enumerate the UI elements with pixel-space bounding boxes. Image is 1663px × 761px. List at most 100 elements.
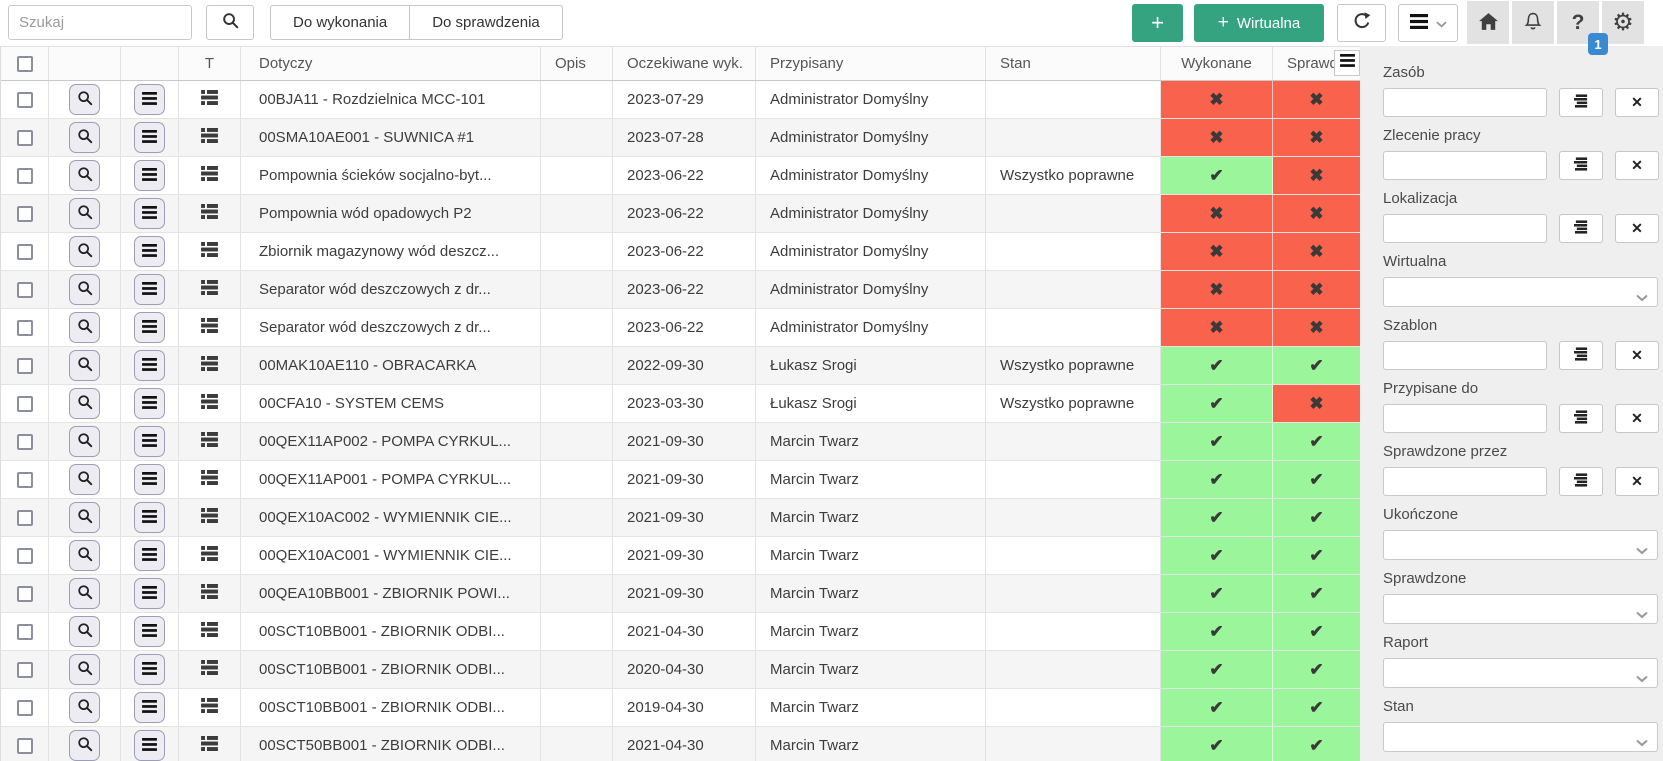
table-row[interactable]: 00BJA11 - Rozdzielnica MCC-1012023-07-29… xyxy=(1,81,1360,119)
row-preview-button[interactable] xyxy=(69,616,100,647)
table-row[interactable]: Pompownia wód opadowych P22023-06-22Admi… xyxy=(1,195,1360,233)
row-preview-button[interactable] xyxy=(69,730,100,761)
row-select-checkbox[interactable] xyxy=(17,320,33,336)
header-cell-przypisany[interactable]: Przypisany xyxy=(756,47,986,80)
refresh-button[interactable] xyxy=(1337,4,1386,42)
add-button[interactable]: + xyxy=(1132,4,1183,42)
row-menu-button[interactable] xyxy=(134,426,165,457)
row-menu-button[interactable] xyxy=(134,502,165,533)
stan-select[interactable] xyxy=(1383,722,1658,752)
row-preview-button[interactable] xyxy=(69,84,100,115)
row-menu-button[interactable] xyxy=(134,540,165,571)
row-preview-button[interactable] xyxy=(69,692,100,723)
row-preview-button[interactable] xyxy=(69,426,100,457)
row-select-checkbox[interactable] xyxy=(17,624,33,640)
row-select-checkbox[interactable] xyxy=(17,662,33,678)
szablon-clear-button[interactable]: ✕ xyxy=(1615,341,1659,370)
sprawdzone-przez-input[interactable] xyxy=(1383,467,1547,496)
sprawdzone-select[interactable] xyxy=(1383,594,1658,624)
settings-button[interactable]: ⚙ xyxy=(1602,1,1644,44)
row-preview-button[interactable] xyxy=(69,540,100,571)
row-preview-button[interactable] xyxy=(69,350,100,381)
row-menu-button[interactable] xyxy=(134,198,165,229)
row-menu-button[interactable] xyxy=(134,122,165,153)
zlecenie-pracy-input[interactable] xyxy=(1383,151,1547,180)
table-row[interactable]: 00QEX11AP001 - POMPA CYRKUL...2021-09-30… xyxy=(1,461,1360,499)
lokalizacja-clear-button[interactable]: ✕ xyxy=(1615,214,1659,243)
row-menu-button[interactable] xyxy=(134,84,165,115)
row-select-checkbox[interactable] xyxy=(17,130,33,146)
row-menu-button[interactable] xyxy=(134,730,165,761)
row-select-checkbox[interactable] xyxy=(17,472,33,488)
row-preview-button[interactable] xyxy=(69,236,100,267)
row-preview-button[interactable] xyxy=(69,464,100,495)
row-preview-button[interactable] xyxy=(69,160,100,191)
table-row[interactable]: 00QEX10AC002 - WYMIENNIK CIE...2021-09-3… xyxy=(1,499,1360,537)
row-select-checkbox[interactable] xyxy=(17,586,33,602)
table-row[interactable]: Pompownia ścieków socjalno-byt...2023-06… xyxy=(1,157,1360,195)
sprawdzone-przez-clear-button[interactable]: ✕ xyxy=(1615,467,1659,496)
lokalizacja-browse-button[interactable] xyxy=(1559,214,1603,243)
row-select-checkbox[interactable] xyxy=(17,700,33,716)
row-select-checkbox[interactable] xyxy=(17,92,33,108)
row-preview-button[interactable] xyxy=(69,122,100,153)
szablon-input[interactable] xyxy=(1383,341,1547,370)
table-row[interactable]: 00CFA10 - SYSTEM CEMS2023-03-30Łukasz Sr… xyxy=(1,385,1360,423)
header-cell-type[interactable]: T xyxy=(179,47,241,80)
przypisane-do-browse-button[interactable] xyxy=(1559,404,1603,433)
raport-select[interactable] xyxy=(1383,658,1658,688)
notifications-button[interactable] xyxy=(1512,1,1554,44)
home-button[interactable] xyxy=(1467,1,1509,44)
ukończone-select[interactable] xyxy=(1383,530,1658,560)
row-select-checkbox[interactable] xyxy=(17,548,33,564)
table-row[interactable]: 00SCT10BB001 - ZBIORNIK ODBI...2019-04-3… xyxy=(1,689,1360,727)
row-menu-button[interactable] xyxy=(134,274,165,305)
row-preview-button[interactable] xyxy=(69,502,100,533)
table-row[interactable]: 00MAK10AE110 - OBRACARKA2022-09-30Łukasz… xyxy=(1,347,1360,385)
row-menu-button[interactable] xyxy=(134,160,165,191)
header-cell-stan[interactable]: Stan xyxy=(986,47,1161,80)
row-select-checkbox[interactable] xyxy=(17,358,33,374)
select-all-checkbox[interactable] xyxy=(17,56,33,72)
zlecenie-pracy-browse-button[interactable] xyxy=(1559,151,1603,180)
row-select-checkbox[interactable] xyxy=(17,168,33,184)
szablon-browse-button[interactable] xyxy=(1559,341,1603,370)
row-preview-button[interactable] xyxy=(69,274,100,305)
row-menu-button[interactable] xyxy=(134,350,165,381)
lokalizacja-input[interactable] xyxy=(1383,214,1547,243)
przypisane-do-input[interactable] xyxy=(1383,404,1547,433)
queue-button-do-wykonania[interactable]: Do wykonania xyxy=(270,5,409,40)
row-preview-button[interactable] xyxy=(69,578,100,609)
header-cell-opis[interactable]: Opis xyxy=(541,47,613,80)
row-select-checkbox[interactable] xyxy=(17,738,33,754)
zasób-browse-button[interactable] xyxy=(1559,88,1603,117)
search-input[interactable] xyxy=(8,5,192,40)
add-virtual-button[interactable]: + Wirtualna xyxy=(1194,4,1324,42)
row-preview-button[interactable] xyxy=(69,198,100,229)
search-button[interactable] xyxy=(206,5,254,40)
table-row[interactable]: Zbiornik magazynowy wód deszcz...2023-06… xyxy=(1,233,1360,271)
row-preview-button[interactable] xyxy=(69,654,100,685)
sprawdzone-przez-browse-button[interactable] xyxy=(1559,467,1603,496)
header-cell-oczekiwane_wyk[interactable]: Oczekiwane wyk. xyxy=(613,47,756,80)
table-row[interactable]: 00SCT50BB001 - ZBIORNIK ODBI...2021-04-3… xyxy=(1,727,1360,761)
table-row[interactable]: 00SCT10BB001 - ZBIORNIK ODBI...2021-04-3… xyxy=(1,613,1360,651)
table-row[interactable]: 00SCT10BB001 - ZBIORNIK ODBI...2020-04-3… xyxy=(1,651,1360,689)
przypisane-do-clear-button[interactable]: ✕ xyxy=(1615,404,1659,433)
list-menu-button[interactable] xyxy=(1398,4,1458,42)
table-row[interactable]: 00QEX10AC001 - WYMIENNIK CIE...2021-09-3… xyxy=(1,537,1360,575)
row-menu-button[interactable] xyxy=(134,312,165,343)
row-menu-button[interactable] xyxy=(134,692,165,723)
queue-button-do-sprawdzenia[interactable]: Do sprawdzenia xyxy=(409,5,563,40)
row-menu-button[interactable] xyxy=(134,616,165,647)
table-row[interactable]: Separator wód deszczowych z dr...2023-06… xyxy=(1,309,1360,347)
row-select-checkbox[interactable] xyxy=(17,510,33,526)
zasób-clear-button[interactable]: ✕ xyxy=(1615,88,1659,117)
row-select-checkbox[interactable] xyxy=(17,244,33,260)
row-select-checkbox[interactable] xyxy=(17,396,33,412)
row-menu-button[interactable] xyxy=(134,464,165,495)
row-menu-button[interactable] xyxy=(134,236,165,267)
row-select-checkbox[interactable] xyxy=(17,206,33,222)
row-menu-button[interactable] xyxy=(134,388,165,419)
header-cell-dotyczy[interactable]: Dotyczy xyxy=(241,47,541,80)
